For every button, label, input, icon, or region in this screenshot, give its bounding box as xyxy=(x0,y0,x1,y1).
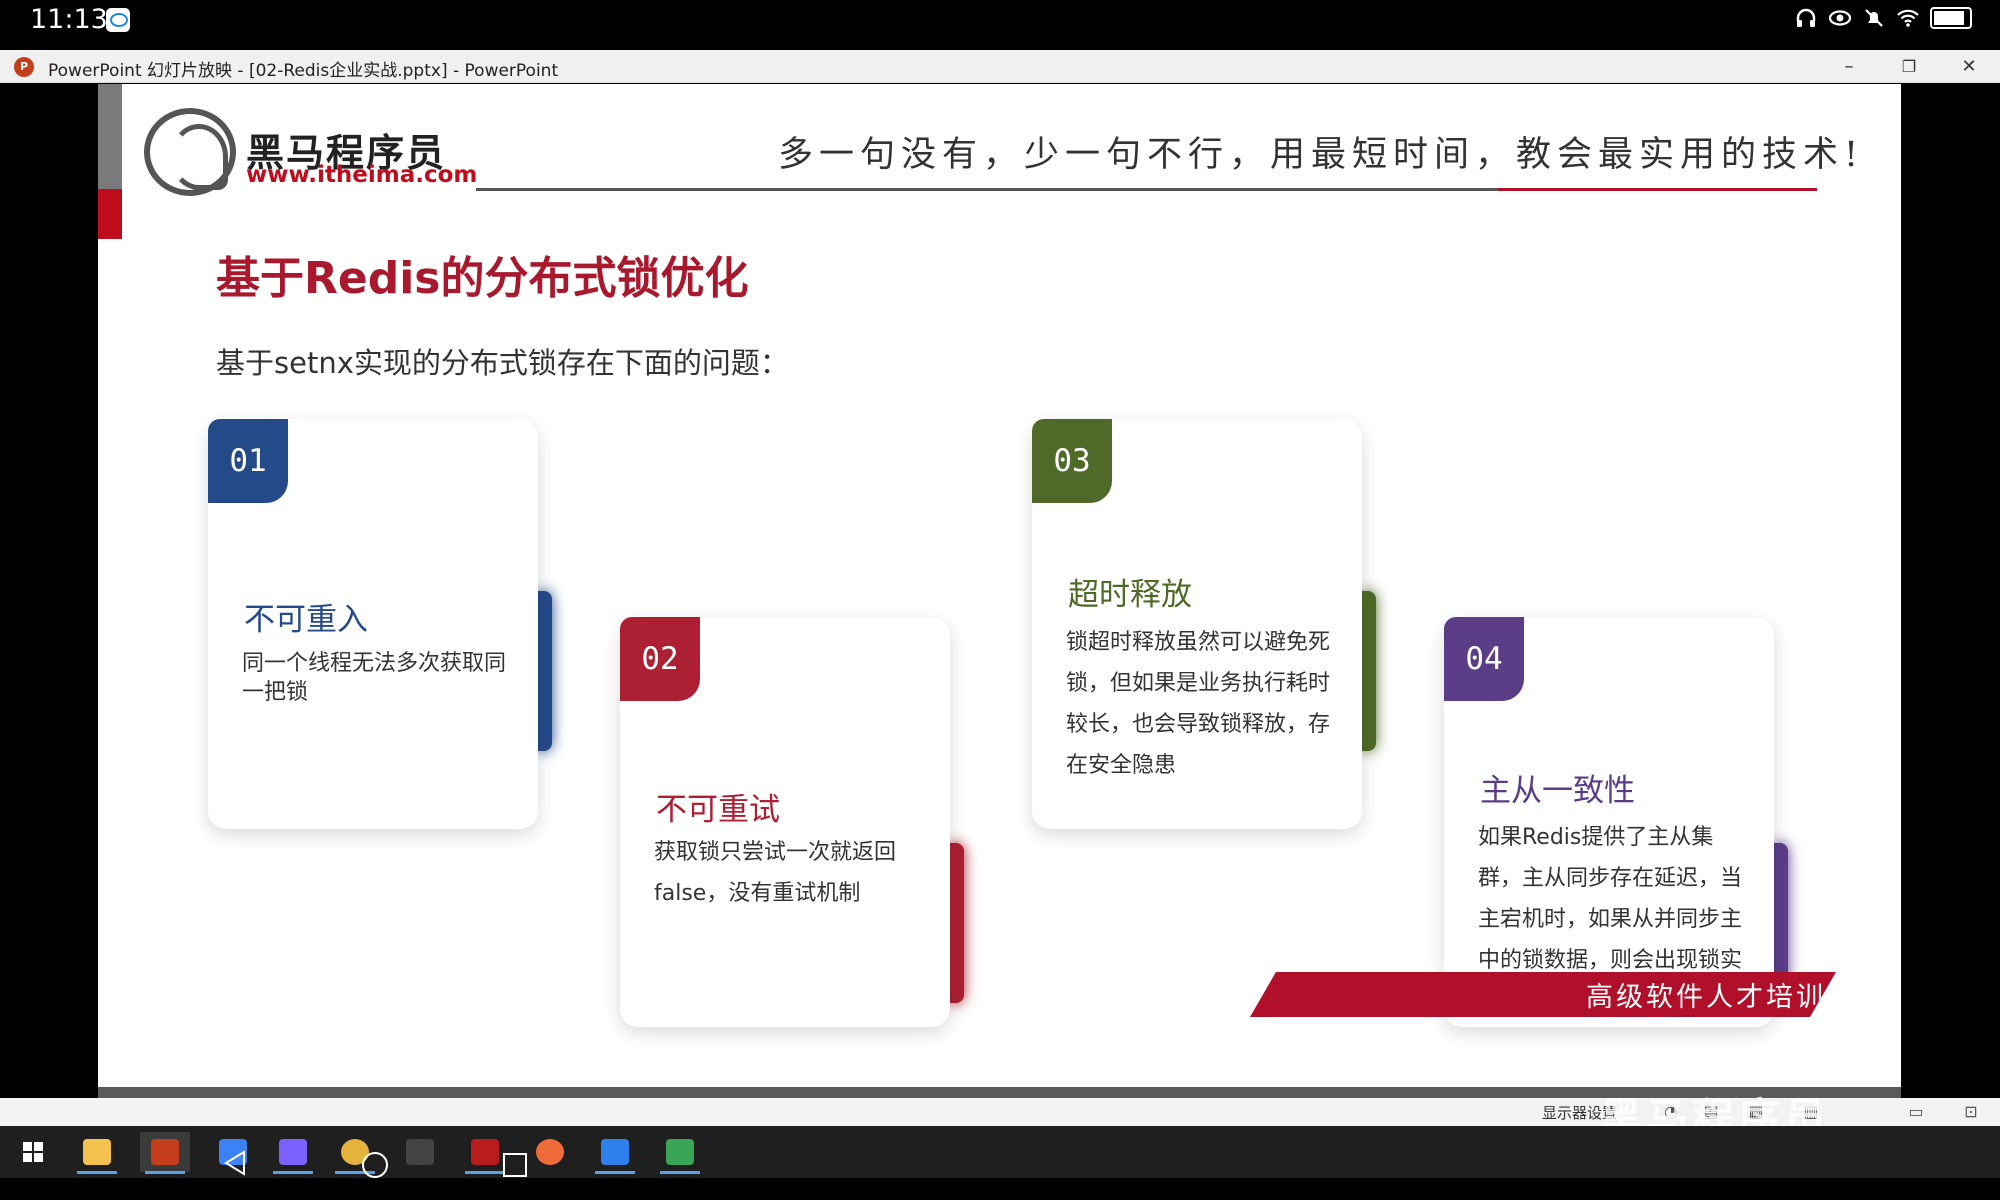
taskbar-running-indicator xyxy=(77,1171,117,1174)
card-accent-bar xyxy=(536,591,552,751)
card-body: 01 不可重入 同一个线程无法多次获取同一把锁 xyxy=(208,419,538,829)
minimize-button[interactable]: – xyxy=(1826,50,1872,83)
slogan: 多一句没有，少一句不行，用最短时间，教会最实用的技术! xyxy=(778,135,1865,175)
mute-icon xyxy=(1865,9,1883,27)
taskbar-running-indicator xyxy=(145,1171,185,1174)
vscode-icon xyxy=(601,1139,629,1165)
status-time: 11:13 xyxy=(30,4,108,35)
slide-subtitle: 基于setnx实现的分布式锁存在下面的问题： xyxy=(216,346,789,380)
terminal-icon xyxy=(406,1139,434,1165)
snipaste-icon xyxy=(666,1139,694,1165)
status-bar: 11:13 xyxy=(0,0,2000,50)
eye-comfort-icon xyxy=(1828,10,1852,26)
card-title: 主从一致性 xyxy=(1480,773,1635,809)
corner-decoration-red xyxy=(98,189,122,239)
status-icons xyxy=(1794,6,1972,30)
card-title: 不可重入 xyxy=(244,602,368,638)
slide[interactable]: 黑马程序员 www.itheima.com 多一句没有，少一句不行，用最短时间，… xyxy=(98,84,1901,1098)
slideshow-view-icon[interactable]: ▭ xyxy=(1905,1101,1927,1123)
intellij-icon xyxy=(279,1139,307,1165)
problem-card: 04 主从一致性 如果Redis提供了主从集群，主从同步存在延迟，当主宕机时，如… xyxy=(1444,617,1788,1027)
taskbar-vscode[interactable] xyxy=(590,1132,640,1174)
card-body: 02 不可重试 获取锁只尝试一次就返回false，没有重试机制 xyxy=(620,617,950,1027)
card-number-badge: 04 xyxy=(1444,617,1524,701)
powerpoint-app-icon: P xyxy=(14,57,34,77)
problem-card: 01 不可重入 同一个线程无法多次获取同一把锁 xyxy=(208,419,552,829)
redis-desktop-icon xyxy=(471,1139,499,1165)
footer-band-text: 高级软件人才培训专家 xyxy=(1586,982,1886,1013)
window-titlebar: P PowerPoint 幻灯片放映 - [02-Redis企业实战.pptx]… xyxy=(0,50,2000,83)
headphones-icon xyxy=(1796,8,1816,27)
notification-app-icon xyxy=(106,8,130,32)
card-title: 超时释放 xyxy=(1068,577,1192,613)
taskbar-snipaste[interactable] xyxy=(655,1132,705,1174)
screen: 11:13 P PowerPoint 幻灯片放映 - [02-Redis企业实战… xyxy=(0,0,2000,1200)
card-number-badge: 03 xyxy=(1032,419,1112,503)
card-text: 锁超时释放虽然可以避免死锁，但如果是业务执行耗时较长，也会导致锁释放，存在安全隐… xyxy=(1066,630,1331,778)
card-accent-bar xyxy=(1360,591,1376,751)
problem-card: 03 超时释放 锁超时释放虽然可以避免死锁，但如果是业务执行耗时较长，也会导致锁… xyxy=(1032,419,1376,829)
window-title: PowerPoint 幻灯片放映 - [02-Redis企业实战.pptx] -… xyxy=(48,61,559,81)
taskbar-running-indicator xyxy=(595,1171,635,1174)
taskbar-running-indicator xyxy=(273,1171,313,1174)
start-button[interactable] xyxy=(8,1132,58,1172)
start-icon xyxy=(23,1142,43,1162)
card-title: 不可重试 xyxy=(656,792,780,828)
problem-card: 02 不可重试 获取锁只尝试一次就返回false，没有重试机制 xyxy=(620,617,964,1027)
card-body: 03 超时释放 锁超时释放虽然可以避免死锁，但如果是业务执行耗时较长，也会导致锁… xyxy=(1032,419,1362,829)
powerpoint-icon xyxy=(151,1139,179,1165)
fit-slide-icon[interactable]: ⊡ xyxy=(1960,1101,1982,1123)
card-number-badge: 01 xyxy=(208,419,288,503)
android-nav-bar xyxy=(0,1150,2000,1200)
card-text: 同一个线程无法多次获取同一把锁 xyxy=(242,651,507,705)
card-text: 获取锁只尝试一次就返回false，没有重试机制 xyxy=(654,840,897,906)
horse-logo-icon xyxy=(144,108,236,196)
taskbar-file-explorer[interactable] xyxy=(72,1132,122,1174)
battery-icon xyxy=(1930,7,1972,29)
taskbar-terminal[interactable] xyxy=(395,1132,445,1172)
postman-icon xyxy=(536,1139,564,1165)
card-body: 04 主从一致性 如果Redis提供了主从集群，主从同步存在延迟，当主宕机时，如… xyxy=(1444,617,1774,1027)
taskbar-powerpoint[interactable] xyxy=(140,1132,190,1174)
slide-title: 基于Redis的分布式锁优化 xyxy=(216,253,749,304)
recents-icon[interactable] xyxy=(500,1150,530,1180)
close-button[interactable]: ✕ xyxy=(1946,50,1992,83)
taskbar-running-indicator xyxy=(660,1171,700,1174)
card-number-badge: 02 xyxy=(620,617,700,701)
home-icon[interactable] xyxy=(360,1150,390,1180)
logo-url: www.itheima.com xyxy=(246,162,478,188)
back-icon[interactable] xyxy=(220,1148,250,1178)
taskbar-postman[interactable] xyxy=(525,1132,575,1172)
restore-button[interactable]: ❐ xyxy=(1886,50,1932,83)
file-explorer-icon xyxy=(83,1139,111,1165)
corner-decoration-gray xyxy=(98,84,122,189)
taskbar-running-indicator xyxy=(465,1171,505,1174)
header-divider-accent xyxy=(1498,188,1817,191)
taskbar xyxy=(0,1126,2000,1178)
wifi-icon xyxy=(1897,9,1919,27)
card-accent-bar xyxy=(948,843,964,1003)
taskbar-intellij[interactable] xyxy=(268,1132,318,1174)
